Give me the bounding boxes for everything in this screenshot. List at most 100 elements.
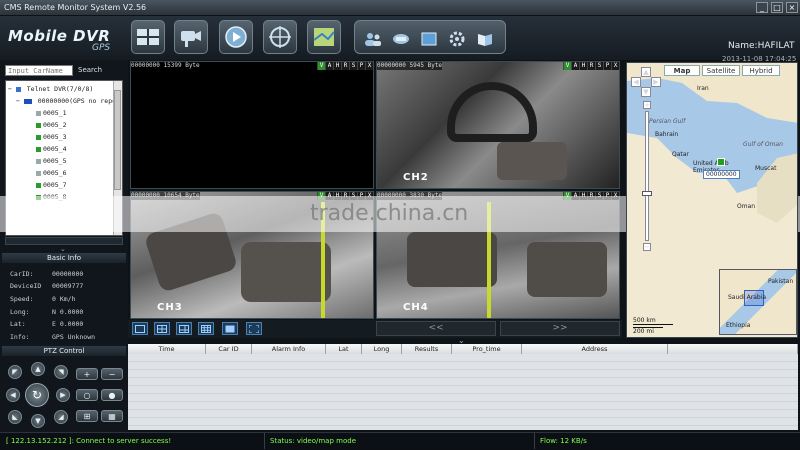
preset-button[interactable]: ⊞ — [76, 410, 98, 422]
tree-hscrollbar[interactable] — [5, 237, 123, 245]
iris-button[interactable]: ● — [101, 389, 123, 401]
grid4-icon: ⊞ — [83, 411, 91, 421]
channel-icon — [36, 182, 41, 188]
zoom-slider-thumb[interactable] — [642, 191, 652, 196]
info-key: Lat: — [10, 320, 26, 328]
focus-button[interactable]: ○ — [76, 389, 98, 401]
camera-flags[interactable]: VAHRSPX — [317, 62, 373, 70]
zoom-in-button[interactable]: + — [76, 368, 98, 380]
map-tab-satellite[interactable]: Satellite — [702, 65, 740, 76]
chevron-down-icon[interactable]: ⌄ — [60, 245, 66, 253]
layout-9-button[interactable] — [198, 322, 214, 335]
layout-6-button[interactable] — [176, 322, 192, 335]
tree-channel[interactable]: 0005_5 — [36, 157, 66, 165]
map-button[interactable] — [307, 20, 341, 54]
pan-right-button[interactable]: ▶ — [651, 77, 661, 87]
info-value: 00000000 — [52, 270, 84, 278]
camera-button[interactable] — [174, 20, 208, 54]
channel-label: CH2 — [403, 172, 429, 183]
column-header[interactable]: Lat — [326, 344, 362, 354]
overview-map[interactable]: Saudi Arabia Pakistan Ethiopia — [719, 269, 797, 335]
pan-down-button[interactable]: ▼ — [641, 87, 651, 97]
users-icon[interactable] — [363, 31, 383, 47]
alarm-table-body[interactable] — [128, 354, 798, 430]
video-layout-button[interactable] — [131, 20, 165, 54]
tree-root[interactable]: − Telnet DVR(7/0/8) — [8, 85, 93, 93]
grid-icon — [137, 29, 159, 45]
steering-wheel-shape — [447, 82, 537, 142]
tree-channel[interactable]: 0005_2 — [36, 121, 66, 129]
basic-info-header: Basic Info — [2, 253, 126, 263]
ptz-up-button[interactable]: ▲ — [31, 362, 45, 376]
collapse-icon[interactable]: − — [8, 85, 12, 93]
ptz-up-left-button[interactable]: ◤ — [8, 365, 22, 379]
pan-up-button[interactable]: ▲ — [641, 67, 651, 77]
minimize-button[interactable]: _ — [756, 2, 768, 13]
ptz-up-right-button[interactable]: ◥ — [54, 365, 68, 379]
column-header[interactable]: Alarm Info — [252, 344, 326, 354]
gear-icon[interactable] — [447, 31, 467, 47]
layout16-icon — [225, 325, 235, 332]
ptz-center-button[interactable]: ↻ — [25, 383, 49, 407]
info-key: Speed: — [10, 295, 34, 303]
prev-page-button[interactable]: << — [376, 321, 496, 336]
column-header[interactable]: Car ID — [206, 344, 252, 354]
tree-channel[interactable]: 0005_3 — [36, 133, 66, 141]
map-tab-map[interactable]: Map — [664, 65, 700, 76]
channel-label: CH3 — [157, 302, 183, 313]
column-header[interactable]: Pro_time — [452, 344, 522, 354]
maximize-button[interactable]: □ — [771, 2, 783, 13]
close-button[interactable]: × — [786, 2, 798, 13]
layout-4-button[interactable] — [154, 322, 170, 335]
layout-16-button[interactable] — [222, 322, 238, 335]
camera-flags[interactable]: VAHRSPX — [563, 62, 619, 70]
vehicle-marker-icon[interactable] — [717, 158, 725, 166]
search-button[interactable]: Search — [78, 66, 102, 74]
preset-grid-button[interactable]: ▦ — [101, 410, 123, 422]
layout9-icon — [201, 324, 211, 333]
tree-channel[interactable]: 0005_4 — [36, 145, 66, 153]
map-label: Oman — [737, 203, 756, 210]
zoom-in-map-button[interactable]: + — [643, 101, 651, 109]
column-header[interactable]: Time — [128, 344, 206, 354]
pan-left-button[interactable]: ◀ — [631, 77, 641, 87]
zoom-out-map-button[interactable]: − — [643, 243, 651, 251]
camera-view-1[interactable]: 00000000 15399 Byte VAHRSPX — [130, 61, 374, 189]
monitor-icon[interactable] — [419, 31, 439, 47]
ptz-down-left-button[interactable]: ◣ — [8, 410, 22, 424]
tree-channel[interactable]: 0005_1 — [36, 109, 66, 117]
ptz-right-button[interactable]: ▶ — [56, 388, 70, 402]
map-tab-hybrid[interactable]: Hybrid — [742, 65, 780, 76]
dvr-icon — [15, 86, 21, 92]
column-header[interactable]: Address — [522, 344, 668, 354]
layout-1-button[interactable] — [132, 322, 148, 335]
next-page-button[interactable]: >> — [500, 321, 620, 336]
column-header[interactable]: Results — [402, 344, 452, 354]
map-view[interactable]: Iran Bahrain Qatar United Arab Emirates … — [626, 62, 798, 338]
alarm-table[interactable]: Time Car ID Alarm Info Lat Long Results … — [128, 344, 798, 430]
gps-button[interactable] — [263, 20, 297, 54]
map-label: Qatar — [672, 151, 689, 158]
help-book-icon[interactable] — [475, 31, 495, 47]
zoom-slider[interactable] — [645, 111, 649, 241]
layout6-icon — [179, 324, 189, 333]
tree-scroll-thumb[interactable] — [114, 90, 121, 190]
camera-view-2[interactable]: 00000000 5945 Byte VAHRSPX CH2 — [376, 61, 620, 189]
ptz-down-right-button[interactable]: ◢ — [54, 410, 68, 424]
tree-channel[interactable]: 0005_6 — [36, 169, 66, 177]
collapse-icon[interactable]: − — [16, 97, 20, 105]
playback-button[interactable] — [219, 20, 253, 54]
grid9-icon: ▦ — [108, 411, 116, 421]
ptz-left-button[interactable]: ◀ — [6, 388, 20, 402]
tree-group[interactable]: − 00000000(GPS no repo — [16, 97, 116, 105]
fullscreen-button[interactable] — [246, 322, 262, 335]
car-search-input[interactable] — [5, 65, 73, 76]
channel-icon — [36, 134, 41, 140]
title-bar: CMS Remote Monitor System V2.56 _ □ × — [0, 0, 800, 16]
server-icon[interactable] — [391, 31, 411, 47]
map-label: Bahrain — [655, 131, 679, 138]
zoom-out-button[interactable]: − — [101, 368, 123, 380]
column-header[interactable]: Long — [362, 344, 402, 354]
tree-channel[interactable]: 0005_7 — [36, 181, 66, 189]
ptz-down-button[interactable]: ▼ — [31, 414, 45, 428]
